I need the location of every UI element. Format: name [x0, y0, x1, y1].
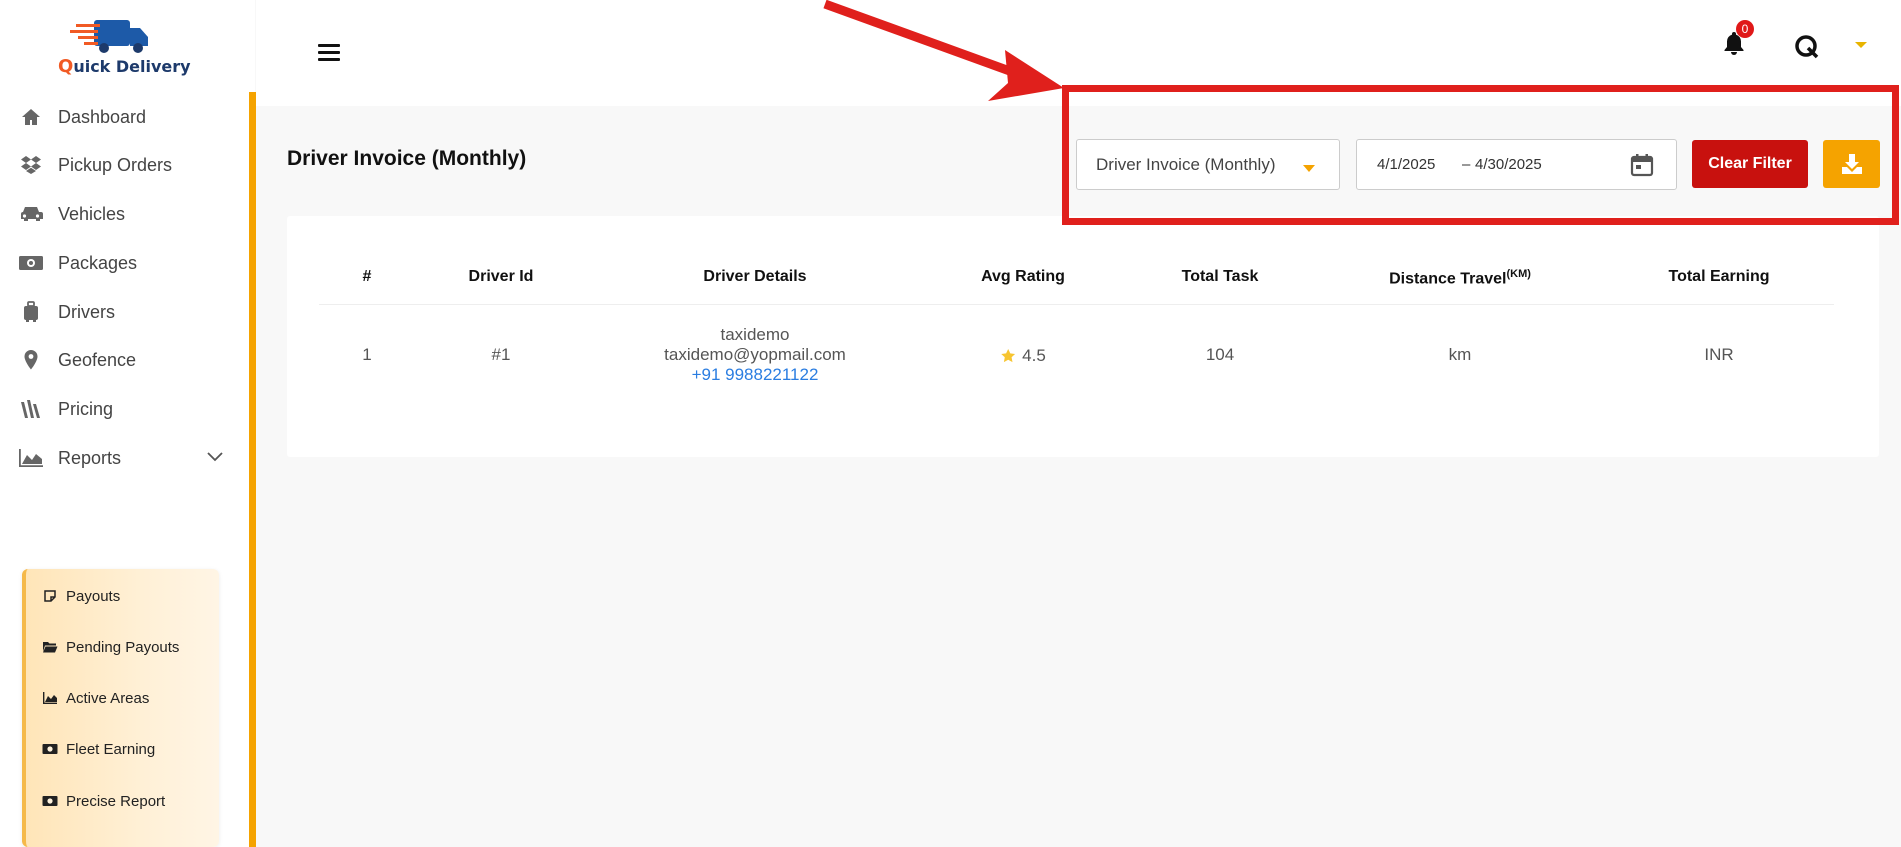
folder-open-icon: [42, 639, 58, 655]
sidebar-item-reports[interactable]: Reports: [0, 437, 249, 479]
chevron-down-icon[interactable]: [207, 449, 223, 467]
car-icon: [17, 202, 45, 226]
sticky-note-icon: [42, 588, 58, 604]
date-to: 4/30/2025: [1475, 156, 1542, 173]
star-icon: [1001, 349, 1016, 363]
cell-total-task: 104: [1205, 345, 1235, 364]
sidebar-item-vehicles[interactable]: Vehicles: [0, 193, 249, 235]
sidebar-item-dashboard[interactable]: Dashboard: [0, 96, 249, 138]
app-logo[interactable]: Quick Delivery: [58, 18, 191, 80]
cell-driver-name: taxidemo: [720, 325, 790, 344]
column-header-distance: Distance Travel(KM): [1389, 268, 1531, 288]
cell-distance: km: [1448, 345, 1472, 364]
invoice-table: # Driver Id Driver Details Avg Rating To…: [287, 216, 1879, 457]
map-pin-icon: [17, 348, 45, 372]
column-header-index: #: [362, 268, 372, 285]
notification-count-badge: 0: [1736, 20, 1754, 38]
submenu-item-precise-report[interactable]: Precise Report: [26, 786, 216, 816]
dropbox-icon: [17, 153, 45, 177]
submenu-item-payouts[interactable]: Payouts: [26, 581, 216, 611]
home-icon: [17, 105, 45, 129]
caret-down-icon: [1303, 165, 1315, 172]
column-header-driver-details: Driver Details: [703, 268, 807, 285]
money-icon: [17, 251, 45, 275]
app-logo-text: Quick Delivery: [58, 56, 191, 77]
report-type-select[interactable]: Driver Invoice (Monthly): [1076, 139, 1340, 190]
download-icon: [1841, 154, 1862, 174]
report-type-value: Driver Invoice (Monthly): [1096, 154, 1276, 174]
column-header-avg-rating: Avg Rating: [981, 268, 1065, 285]
delivery-truck-icon: [70, 20, 148, 53]
column-header-total-earning: Total Earning: [1668, 268, 1770, 285]
money-bill-icon: [42, 793, 58, 809]
top-header: 0: [256, 0, 1901, 106]
user-avatar[interactable]: [1794, 34, 1820, 60]
area-chart-icon: [17, 446, 45, 470]
cell-driver-phone[interactable]: +91 9988221122: [692, 365, 819, 385]
pricing-icon: [17, 397, 45, 421]
area-chart-icon: [42, 690, 58, 706]
date-range-picker[interactable]: 4/1/2025 – 4/30/2025: [1356, 139, 1677, 190]
cell-driver-email: taxidemo@yopmail.com: [664, 345, 846, 364]
page-title: Driver Invoice (Monthly): [287, 147, 527, 170]
sidebar-item-packages[interactable]: Packages: [0, 242, 249, 284]
suitcase-icon: [17, 300, 45, 324]
user-menu-caret-icon[interactable]: [1855, 42, 1867, 48]
column-header-total-task: Total Task: [1181, 268, 1259, 285]
submenu-item-pending-payouts[interactable]: Pending Payouts: [26, 632, 216, 662]
hamburger-menu-icon[interactable]: [318, 44, 340, 62]
sidebar-item-drivers[interactable]: Drivers: [0, 291, 249, 333]
money-bill-icon: [42, 741, 58, 757]
sidebar-item-pickup-orders[interactable]: Pickup Orders: [0, 144, 249, 186]
cell-index: 1: [362, 345, 372, 364]
date-separator: –: [1462, 156, 1471, 173]
calendar-icon[interactable]: [1629, 152, 1655, 178]
column-header-driver-id: Driver Id: [468, 268, 534, 285]
cell-total-earning: INR: [1704, 345, 1734, 364]
download-button[interactable]: [1823, 140, 1880, 188]
sidebar-item-geofence[interactable]: Geofence: [0, 339, 249, 381]
sidebar-item-pricing[interactable]: Pricing: [0, 388, 249, 430]
sidebar: Quick Delivery Dashboard Pickup Orders V…: [0, 0, 255, 847]
header-divider: [319, 304, 1834, 305]
cell-avg-rating: 4.5: [1000, 346, 1046, 366]
submenu-item-fleet-earning[interactable]: Fleet Earning: [26, 734, 216, 764]
cell-driver-id: #1: [491, 345, 511, 364]
clear-filter-button[interactable]: Clear Filter: [1692, 140, 1808, 188]
reports-submenu: Payouts Pending Payouts Active Areas Fle…: [22, 569, 219, 847]
submenu-item-active-areas[interactable]: Active Areas: [26, 683, 216, 713]
date-from: 4/1/2025: [1377, 156, 1436, 173]
sidebar-accent-bar: [249, 92, 256, 847]
